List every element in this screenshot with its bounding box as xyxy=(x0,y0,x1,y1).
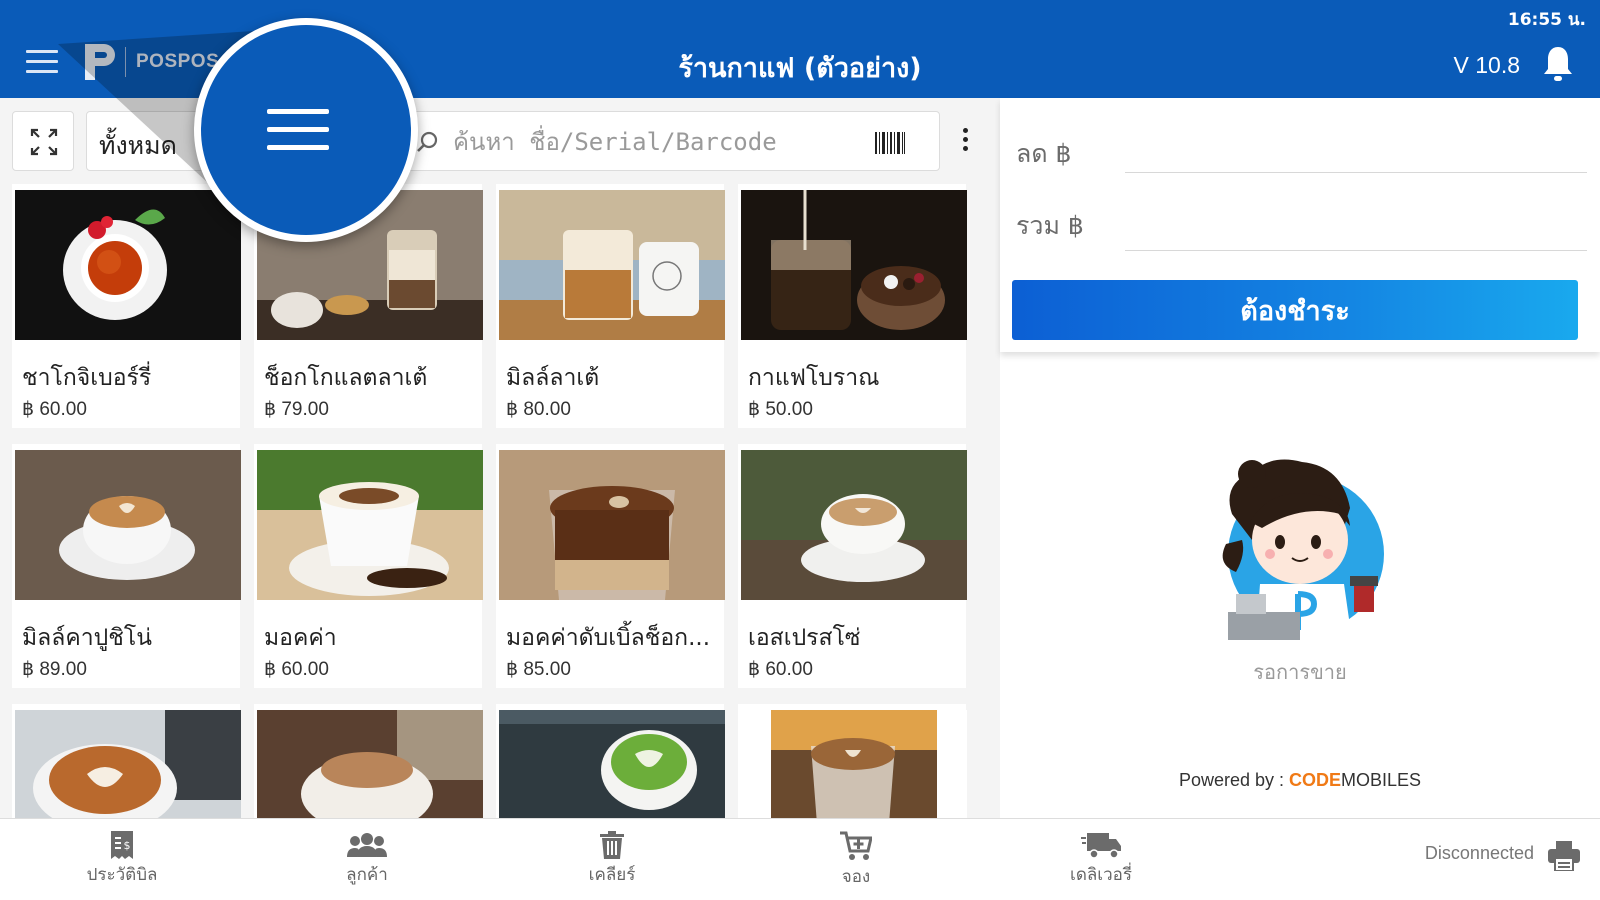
product-price: ฿ 50.00 xyxy=(748,399,813,420)
delivery-truck-icon xyxy=(1081,833,1121,859)
nav-label: เคลียร์ xyxy=(588,865,636,885)
product-name: เอสเปรสโซ่ xyxy=(748,625,861,651)
product-image-milk-cappuccino xyxy=(15,450,241,600)
product-price: ฿ 60.00 xyxy=(748,659,813,680)
product-name: มิลล์คาปูชิโน่ xyxy=(22,625,152,651)
discount-field[interactable] xyxy=(1125,172,1587,173)
search-input[interactable] xyxy=(453,122,853,162)
customers-icon xyxy=(347,833,387,857)
fullscreen-toggle-button[interactable] xyxy=(12,111,74,171)
product-card[interactable]: ชาโกจิเบอร์รี่ ฿ 60.00 xyxy=(12,184,241,428)
trash-icon xyxy=(600,831,624,859)
product-image-mocha xyxy=(257,450,483,600)
nav-label: ประวัติบิล xyxy=(86,865,158,885)
product-search-box[interactable] xyxy=(392,111,940,171)
cart-add-icon xyxy=(840,831,872,860)
product-card[interactable]: มิลล์ลาเต้ ฿ 80.00 xyxy=(496,184,725,428)
product-price: ฿ 89.00 xyxy=(22,659,87,680)
total-label: รวม ฿ xyxy=(1016,211,1084,240)
hamburger-menu-icon[interactable] xyxy=(26,50,58,76)
powered-by-prefix: Powered by : xyxy=(1178,770,1289,790)
receipt-icon: $ xyxy=(111,831,133,859)
product-image-mocha-double-choc xyxy=(499,450,725,600)
product-card[interactable]: มิลล์คาปูชิโน่ ฿ 89.00 xyxy=(12,444,241,688)
product-name: มอคค่า xyxy=(264,625,337,651)
order-panel: ลด ฿ รวม ฿ ต้องชำระ รอการขาย Powered by … xyxy=(1000,98,1600,818)
product-image-thai-coffee xyxy=(741,190,967,340)
product-price: ฿ 80.00 xyxy=(506,399,571,420)
product-name: มอคค่าดับเบิ้ลช็อก... xyxy=(506,625,711,651)
discount-label: ลด ฿ xyxy=(1016,139,1072,168)
product-grid: ชาโกจิเบอร์รี่ ฿ 60.00 ช็อกโกแลตลาเต้ ฿ … xyxy=(0,184,990,818)
product-image-milk-latte xyxy=(499,190,725,340)
pay-button[interactable]: ต้องชำระ xyxy=(1012,280,1578,340)
nav-reserve[interactable]: จอง xyxy=(781,819,931,900)
product-card[interactable] xyxy=(496,704,725,818)
nav-delivery[interactable]: เดลิเวอรี่ xyxy=(1026,819,1176,900)
product-price: ฿ 79.00 xyxy=(264,399,329,420)
product-name: ชาโกจิเบอร์รี่ xyxy=(22,365,152,391)
product-card[interactable]: กาแฟโบราณ ฿ 50.00 xyxy=(738,184,967,428)
pos-app: 16:55 น. POSPOS ร้านกาแฟ (ตัวอย่าง) V 10… xyxy=(0,0,1600,900)
brand-mobiles: MOBILES xyxy=(1341,770,1422,790)
product-name: ช็อกโกแลตลาเต้ xyxy=(264,365,428,391)
product-card[interactable]: มอคค่า ฿ 60.00 xyxy=(254,444,483,688)
product-card[interactable] xyxy=(254,704,483,818)
logo-mark-icon xyxy=(85,44,115,80)
expand-icon xyxy=(30,128,58,156)
search-icon xyxy=(417,131,438,152)
total-field xyxy=(1125,250,1587,251)
product-price: ฿ 85.00 xyxy=(506,659,571,680)
status-time: 16:55 น. xyxy=(1507,10,1586,30)
product-price: ฿ 60.00 xyxy=(264,659,329,680)
nav-label: จอง xyxy=(841,867,871,887)
product-image-goji-tea xyxy=(15,190,241,340)
bottom-navigation: $ ประวัติบิล ลูกค้า เคลียร์ จอง เดลิเวอร… xyxy=(0,818,1600,900)
printer-status-text: Disconnected xyxy=(1424,843,1534,863)
product-name: มิลล์ลาเต้ xyxy=(506,365,600,391)
cashier-mascot-illustration xyxy=(1222,459,1384,640)
powered-by: Powered by : CODEMOBILES xyxy=(1000,770,1600,791)
nav-bill-history[interactable]: $ ประวัติบิล xyxy=(47,819,197,900)
product-card[interactable]: เอสเปรสโซ่ ฿ 60.00 xyxy=(738,444,967,688)
nav-label: ลูกค้า xyxy=(346,865,388,885)
product-image-cappuccino xyxy=(257,710,483,818)
app-version: V 10.8 xyxy=(1453,52,1521,78)
nav-customers[interactable]: ลูกค้า xyxy=(292,819,442,900)
nav-clear[interactable]: เคลียร์ xyxy=(537,819,687,900)
order-summary: ลด ฿ รวม ฿ ต้องชำระ xyxy=(1000,98,1600,352)
product-card[interactable] xyxy=(12,704,241,818)
product-name: กาแฟโบราณ xyxy=(748,365,880,391)
barcode-scan-icon[interactable] xyxy=(875,132,905,154)
more-options-icon[interactable] xyxy=(960,128,970,154)
notification-bell-icon[interactable] xyxy=(1542,45,1574,83)
brand-code: CODE xyxy=(1289,770,1342,790)
spotlight-menu-icon[interactable] xyxy=(194,18,418,242)
product-card[interactable] xyxy=(738,704,967,818)
printer-icon[interactable] xyxy=(1548,841,1580,871)
app-logo: POSPOS xyxy=(85,44,219,80)
svg-text:$: $ xyxy=(124,839,131,852)
product-card[interactable]: มอคค่าดับเบิ้ลช็อก... ฿ 85.00 xyxy=(496,444,725,688)
product-image-espresso xyxy=(741,450,967,600)
product-image-latte-art xyxy=(15,710,241,818)
logo-text: POSPOS xyxy=(136,51,220,72)
product-image-matcha xyxy=(499,710,725,818)
product-image-flat-white xyxy=(741,710,967,818)
waiting-for-sale-text: รอการขาย xyxy=(1253,660,1347,684)
product-price: ฿ 60.00 xyxy=(22,399,87,420)
nav-label: เดลิเวอรี่ xyxy=(1070,865,1132,885)
